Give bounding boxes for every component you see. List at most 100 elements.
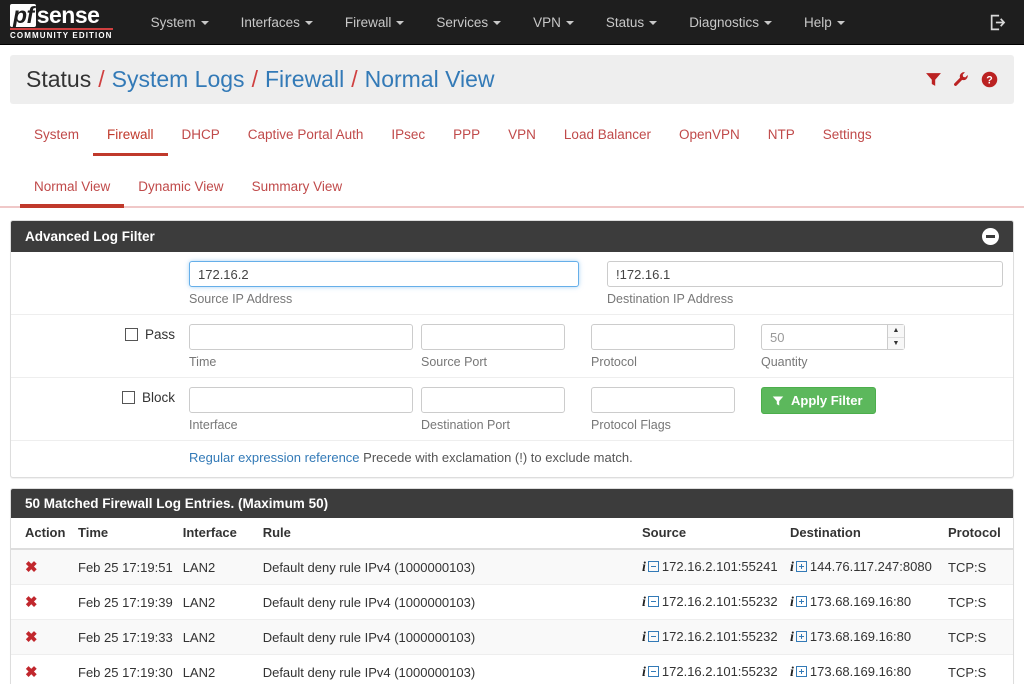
tab-ipsec[interactable]: IPsec [377, 118, 439, 156]
chevron-down-icon [836, 20, 845, 25]
plus-square-icon[interactable] [795, 560, 807, 572]
nav-item-services[interactable]: Services [420, 3, 517, 42]
spin-up-icon[interactable]: ▲ [888, 325, 904, 338]
regex-reference-link[interactable]: Regular expression reference [189, 450, 360, 465]
tab-settings[interactable]: Settings [809, 118, 886, 156]
info-icon[interactable]: i [790, 595, 794, 610]
breadcrumb-wrapper: Status / System Logs / Firewall / Normal… [0, 45, 1024, 104]
row-rule: Default deny rule IPv4 (1000000103) [257, 619, 637, 655]
row-source: i 172.16.2.101:55232 [637, 584, 785, 620]
nav-item-diagnostics[interactable]: Diagnostics [673, 3, 788, 42]
info-icon[interactable]: i [642, 630, 646, 645]
plus-square-icon[interactable] [795, 630, 807, 642]
spin-down-icon[interactable]: ▼ [888, 338, 904, 350]
apply-filter-group: Apply Filter [755, 387, 882, 414]
block-icon[interactable]: ✖ [25, 629, 38, 646]
block-icon[interactable]: ✖ [25, 664, 38, 681]
log-entries-panel: 50 Matched Firewall Log Entries. (Maximu… [10, 488, 1014, 684]
subtab-normal-view[interactable]: Normal View [20, 170, 125, 208]
row-time: Feb 25 17:19:33 [73, 619, 178, 655]
plus-square-icon[interactable] [795, 665, 807, 677]
nav-item-status[interactable]: Status [590, 3, 673, 42]
source-port-input[interactable] [421, 324, 565, 350]
subtab-summary-view[interactable]: Summary View [238, 170, 357, 208]
info-icon[interactable]: i [790, 665, 794, 680]
block-icon[interactable]: ✖ [25, 559, 38, 576]
nav-label: Diagnostics [689, 14, 759, 30]
apply-filter-button[interactable]: Apply Filter [761, 387, 876, 414]
tab-system[interactable]: System [20, 118, 93, 156]
tab-load-balancer[interactable]: Load Balancer [550, 118, 665, 156]
logout-icon[interactable] [979, 14, 1024, 31]
info-icon[interactable]: i [790, 630, 794, 645]
minus-square-icon[interactable] [647, 595, 659, 607]
subtab-dynamic-view[interactable]: Dynamic View [124, 170, 237, 208]
quantity-group: ▲ ▼ Quantity [755, 324, 911, 369]
block-icon[interactable]: ✖ [25, 594, 38, 611]
brand-name: pf sense [10, 1, 113, 28]
interface-input[interactable] [189, 387, 413, 413]
minus-square-icon[interactable] [647, 630, 659, 642]
plus-square-icon[interactable] [795, 595, 807, 607]
breadcrumb-separator: / [251, 66, 258, 92]
quantity-stepper[interactable]: ▲ ▼ [761, 324, 905, 350]
nav-item-vpn[interactable]: VPN [517, 3, 590, 42]
block-checkbox-group[interactable]: Block [11, 387, 183, 405]
tab-firewall[interactable]: Firewall [93, 118, 168, 156]
tab-ppp[interactable]: PPP [439, 118, 494, 156]
nav-item-system[interactable]: System [135, 3, 225, 42]
nav-item-firewall[interactable]: Firewall [329, 3, 421, 42]
tab-dhcp[interactable]: DHCP [168, 118, 234, 156]
info-icon[interactable]: i [790, 560, 794, 575]
info-icon[interactable]: i [642, 560, 646, 575]
source-address: 172.16.2.101:55241 [661, 558, 778, 574]
minus-square-icon[interactable] [647, 665, 659, 677]
row-protocol: TCP:S [943, 619, 1013, 655]
quantity-input[interactable] [761, 324, 905, 350]
breadcrumb-link-normal-view[interactable]: Normal View [365, 66, 495, 93]
nav-item-interfaces[interactable]: Interfaces [225, 3, 329, 42]
minus-square-icon[interactable] [647, 560, 659, 572]
breadcrumb-separator: / [351, 66, 358, 92]
block-checkbox[interactable] [121, 391, 135, 404]
table-row[interactable]: ✖ Feb 25 17:19:33 LAN2 Default deny rule… [11, 619, 1013, 655]
destination-port-input[interactable] [421, 387, 565, 413]
tab-ntp[interactable]: NTP [754, 118, 809, 156]
breadcrumb-link-system-logs[interactable]: System Logs [112, 66, 245, 93]
quantity-spin-buttons[interactable]: ▲ ▼ [887, 325, 904, 349]
info-icon[interactable]: i [642, 595, 646, 610]
brand-sense: sense [36, 1, 100, 28]
wrench-icon[interactable] [953, 71, 970, 88]
time-label: Time [189, 355, 217, 369]
column-header-action: Action [11, 518, 73, 550]
tab-openvpn[interactable]: OpenVPN [665, 118, 754, 156]
table-row[interactable]: ✖ Feb 25 17:19:30 LAN2 Default deny rule… [11, 654, 1013, 684]
info-icon[interactable]: i [642, 665, 646, 680]
time-input[interactable] [189, 324, 413, 350]
minus-circle-icon[interactable] [982, 228, 999, 245]
tab-vpn[interactable]: VPN [494, 118, 550, 156]
log-panel-header: 50 Matched Firewall Log Entries. (Maximu… [11, 489, 1013, 518]
pfsense-logo[interactable]: pf sense COMMUNITY EDITION [10, 3, 113, 42]
row-interface: LAN2 [177, 619, 258, 655]
row-destination: i 173.68.169.16:80 [785, 584, 943, 620]
destination-ip-input[interactable] [607, 261, 1003, 287]
chevron-down-icon [396, 20, 405, 25]
filter-icon [772, 396, 784, 405]
help-icon[interactable]: ? [981, 71, 998, 88]
filter-icon[interactable] [925, 71, 942, 88]
protocol-input[interactable] [591, 324, 735, 350]
source-ip-input[interactable] [189, 261, 579, 287]
protocol-label: Protocol [591, 355, 637, 369]
pass-checkbox[interactable] [124, 328, 138, 341]
pass-checkbox-group[interactable]: Pass [11, 324, 183, 342]
regex-help-text: Precede with exclamation (!) to exclude … [363, 450, 633, 465]
row-time: Feb 25 17:19:39 [73, 584, 178, 620]
tab-captive-portal-auth[interactable]: Captive Portal Auth [234, 118, 378, 156]
table-row[interactable]: ✖ Feb 25 17:19:51 LAN2 Default deny rule… [11, 548, 1013, 585]
protocol-flags-input[interactable] [591, 387, 735, 413]
table-row[interactable]: ✖ Feb 25 17:19:39 LAN2 Default deny rule… [11, 584, 1013, 620]
nav-item-help[interactable]: Help [788, 3, 861, 42]
breadcrumb-link-firewall[interactable]: Firewall [265, 66, 344, 93]
nav-label: Services [436, 14, 489, 30]
